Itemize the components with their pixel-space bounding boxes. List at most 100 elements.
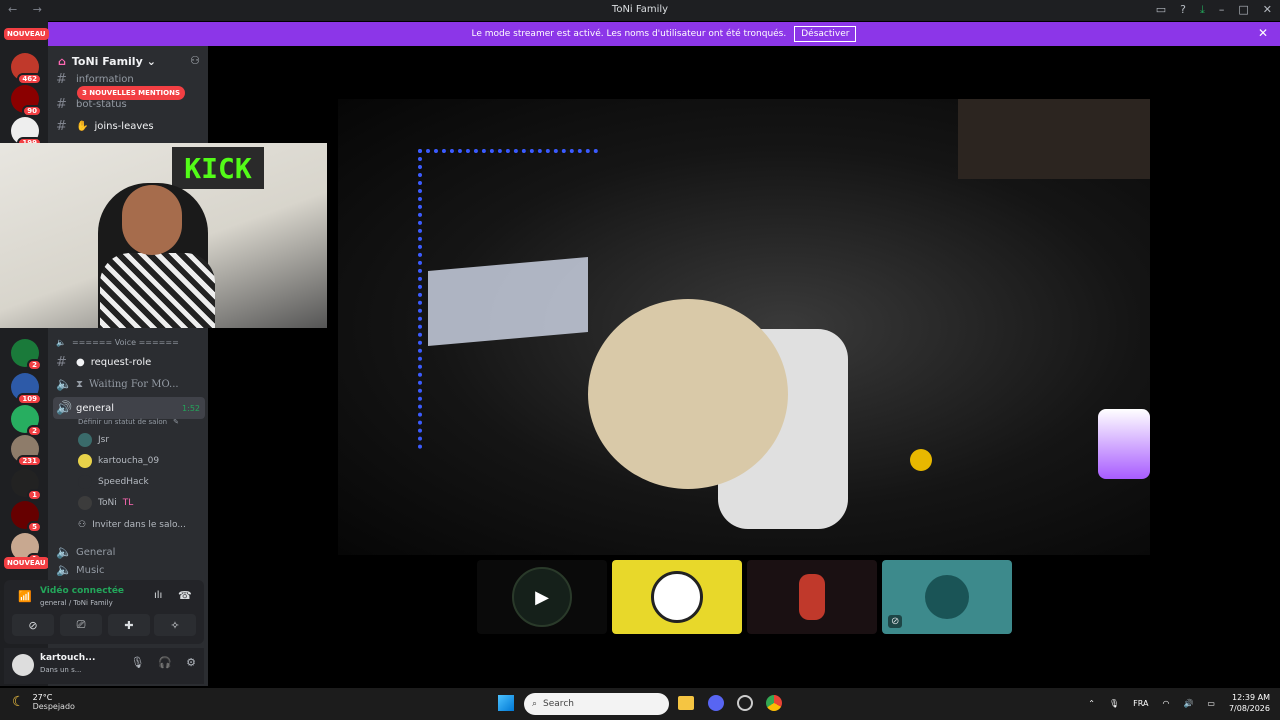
- download-icon[interactable]: ⤓: [1200, 3, 1205, 17]
- avatar: [78, 454, 92, 468]
- signal-icon: 📶: [18, 590, 32, 603]
- shelf: [958, 99, 1150, 179]
- speaker-icon: 🔊: [56, 400, 73, 416]
- inbox-icon[interactable]: ▭: [1156, 3, 1166, 17]
- taskbar-search[interactable]: ⌕ Search: [524, 693, 669, 715]
- soundboard-button[interactable]: ✧: [154, 614, 196, 636]
- screen-share-button[interactable]: ⎚: [60, 614, 102, 636]
- server-icon[interactable]: 109: [11, 373, 42, 405]
- close-icon[interactable]: ✕: [1263, 3, 1272, 17]
- participant-avatar: [651, 571, 703, 623]
- avatar: [78, 433, 92, 447]
- server-icon[interactable]: 1: [11, 469, 42, 501]
- server-badge: 462: [17, 73, 42, 85]
- status-hint-label: Définir un statut de salon: [78, 418, 168, 426]
- windows-start-icon[interactable]: [498, 695, 514, 711]
- chevron-down-icon: ⌄: [146, 54, 156, 68]
- person-hair: [588, 299, 788, 489]
- participant-tile[interactable]: [747, 560, 877, 634]
- member-name: SpeedHack: [98, 477, 149, 487]
- headset-icon[interactable]: 🎧: [158, 656, 172, 669]
- user-status: Dans un s...: [40, 666, 82, 674]
- banner-close-icon[interactable]: ✕: [1258, 26, 1268, 40]
- microphone-icon[interactable]: 🎙: [130, 656, 144, 669]
- app-icon[interactable]: [737, 695, 753, 711]
- hash-icon: #: [56, 96, 67, 112]
- participant-tile[interactable]: ▶: [477, 560, 607, 634]
- weather-widget[interactable]: ☾ 27°C Despejado: [12, 693, 75, 711]
- member-row[interactable]: ToNi TL: [78, 494, 133, 512]
- main-stream-video[interactable]: [338, 99, 1150, 555]
- discord-icon[interactable]: [708, 695, 724, 711]
- kick-sign: KICK: [172, 147, 264, 189]
- add-member-icon[interactable]: ⚇: [190, 54, 200, 67]
- disable-streamer-button[interactable]: Désactiver: [794, 26, 857, 42]
- clock-time: 12:39 AM: [1232, 693, 1270, 702]
- voice-status-subtitle[interactable]: general / ToNi Family: [40, 599, 113, 607]
- channel-information[interactable]: # information: [56, 72, 206, 86]
- disconnect-icon[interactable]: ☎: [178, 589, 192, 602]
- member-row[interactable]: SpeedHack: [78, 473, 149, 491]
- chrome-icon[interactable]: [766, 695, 782, 711]
- monitor: [428, 257, 588, 346]
- microphone-icon[interactable]: 🎙: [1109, 699, 1119, 708]
- invite-row[interactable]: ⚇ Inviter dans le salo...: [78, 516, 186, 534]
- channel-label: joins-leaves: [94, 120, 154, 132]
- server-icon[interactable]: 199: [11, 117, 42, 149]
- channel-label: Waiting For MO...: [89, 378, 179, 390]
- channel-music[interactable]: 🔈 Music: [56, 564, 206, 576]
- user-avatar[interactable]: [12, 654, 34, 676]
- member-name: kartoucha_09: [98, 456, 160, 466]
- streamer-face: [122, 185, 182, 255]
- chevron-up-icon[interactable]: ⌃: [1088, 699, 1095, 708]
- minimize-icon[interactable]: –: [1219, 3, 1225, 17]
- battery-icon[interactable]: ▭: [1207, 699, 1215, 708]
- member-row[interactable]: Jsr: [78, 431, 109, 449]
- server-icon[interactable]: 231: [11, 435, 42, 467]
- channel-label: information: [76, 73, 134, 85]
- status-hint[interactable]: Définir un statut de salon ✎: [78, 412, 228, 432]
- new-badge[interactable]: NOUVEAU: [4, 557, 49, 569]
- server-badge: 231: [17, 455, 42, 467]
- participant-tile[interactable]: [612, 560, 742, 634]
- language-indicator[interactable]: FRA: [1133, 699, 1148, 708]
- voice-status-title[interactable]: Vidéo connectée: [40, 586, 124, 596]
- clock-date: 7/08/2026: [1228, 704, 1270, 713]
- pencil-icon: ✎: [173, 418, 179, 426]
- server-icon[interactable]: 5: [11, 501, 42, 533]
- wave-icon: ✋: [76, 120, 89, 132]
- speaker-icon: 🔈: [56, 337, 66, 347]
- channel-joins-leaves[interactable]: # ✋ joins-leaves: [56, 116, 206, 136]
- clock[interactable]: 12:39 AM 7/08/2026: [1229, 692, 1270, 714]
- volume-icon[interactable]: 🔊: [1183, 699, 1193, 708]
- server-icon[interactable]: 2: [11, 339, 42, 371]
- new-badge[interactable]: NOUVEAU: [4, 28, 49, 40]
- server-badge: 1: [27, 489, 42, 501]
- banner-text: Le mode streamer est activé. Les noms d'…: [471, 29, 787, 39]
- member-tag: TL: [122, 498, 134, 508]
- participant-tile[interactable]: ⊘: [882, 560, 1012, 634]
- soundboard-icon[interactable]: ılı: [154, 590, 162, 601]
- voice-divider[interactable]: 🔈 ====== Voice ======: [56, 332, 206, 352]
- channel-bot-status[interactable]: # bot-status: [56, 94, 206, 114]
- activities-button[interactable]: ✚: [108, 614, 150, 636]
- member-row[interactable]: kartoucha_09: [78, 452, 159, 470]
- channel-waiting[interactable]: 🔈 ⧗ Waiting For MO...: [56, 374, 206, 394]
- participant-avatar: [925, 575, 969, 619]
- server-icon[interactable]: 462: [11, 53, 42, 85]
- camera-off-button[interactable]: ⊘: [12, 614, 54, 636]
- user-name[interactable]: kartouch...: [40, 653, 95, 663]
- wifi-icon[interactable]: ◠: [1162, 699, 1169, 708]
- file-explorer-icon[interactable]: [678, 696, 694, 710]
- channel-request-role[interactable]: # ● request-role: [56, 352, 206, 372]
- windows-taskbar: ☾ 27°C Despejado ⌕ Search ⌃ 🎙 FRA ◠ 🔊 ▭ …: [0, 688, 1280, 720]
- invite-icon: ⚇: [78, 520, 87, 530]
- help-icon[interactable]: ?: [1180, 3, 1186, 17]
- channel-general[interactable]: 🔈 General: [56, 542, 206, 562]
- server-icon[interactable]: 2: [11, 405, 42, 437]
- maximize-icon[interactable]: □: [1238, 3, 1248, 17]
- server-icon[interactable]: 90: [11, 85, 42, 117]
- channel-label: ====== Voice ======: [71, 337, 179, 347]
- settings-gear-icon[interactable]: ⚙: [186, 656, 196, 669]
- member-name: ToNi: [98, 498, 117, 508]
